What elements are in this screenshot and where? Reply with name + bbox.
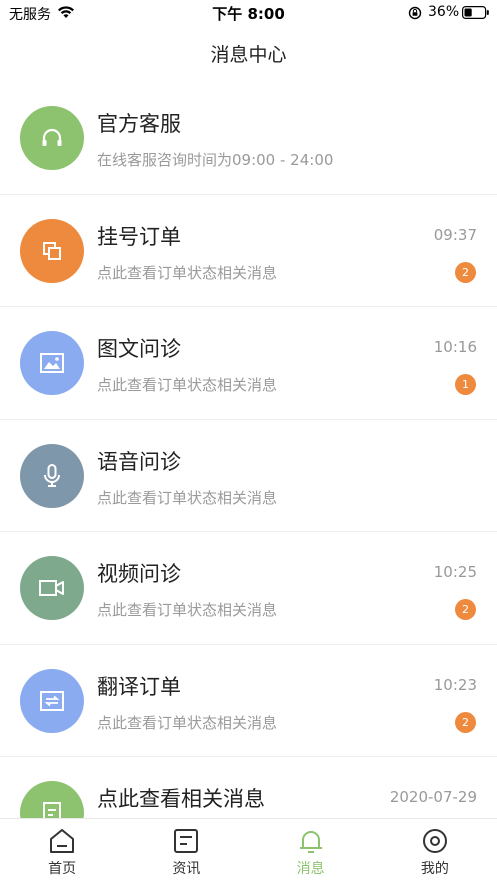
message-item-image-consultation[interactable]: 图文问诊 点此查看订单状态相关消息 10:16 1 <box>0 307 497 420</box>
headset-icon <box>42 128 62 146</box>
message-title: 点此查看相关消息 <box>97 787 265 811</box>
message-item-voice-consultation[interactable]: 语音问诊 点此查看订单状态相关消息 <box>0 420 497 532</box>
message-item-video-consultation[interactable]: 视频问诊 点此查看订单状态相关消息 10:25 2 <box>0 532 497 645</box>
message-avatar <box>20 218 84 283</box>
message-avatar <box>20 106 84 170</box>
tab-label: 首页 <box>48 861 77 877</box>
document-icon <box>43 802 61 818</box>
tab-messages[interactable]: 消息 <box>249 819 373 883</box>
message-item-related-messages[interactable]: 点此查看相关消息 2020-07-29 <box>0 757 497 818</box>
tab-home[interactable]: 首页 <box>0 819 124 883</box>
message-subtitle: 点此查看订单状态相关消息 <box>97 263 278 282</box>
profile-icon <box>421 827 449 855</box>
message-item-official-service[interactable]: 官方客服 在线客服咨询时间为09:00 - 24:00 <box>0 82 497 195</box>
message-subtitle: 点此查看订单状态相关消息 <box>97 376 278 394</box>
bell-icon <box>297 827 325 855</box>
message-item-translation-orders[interactable]: 翻译订单 点此查看订单状态相关消息 10:23 2 <box>0 645 497 757</box>
image-icon <box>40 353 64 373</box>
message-title: 视频问诊 <box>97 562 181 586</box>
message-avatar <box>20 331 84 395</box>
unread-badge: 2 <box>455 261 476 283</box>
message-title: 翻译订单 <box>97 674 181 699</box>
message-title: 语音问诊 <box>97 449 181 474</box>
unread-badge: 2 <box>455 711 476 733</box>
battery-percent: 36% <box>428 4 460 20</box>
microphone-icon <box>44 463 60 487</box>
translate-icon <box>40 690 64 711</box>
unread-badge: 2 <box>455 599 476 620</box>
tab-label: 我的 <box>420 861 449 877</box>
tab-profile[interactable]: 我的 <box>373 819 497 883</box>
message-time: 09:37 <box>433 225 477 244</box>
message-subtitle: 点此查看订单状态相关消息 <box>97 601 278 619</box>
message-title: 图文问诊 <box>97 337 181 361</box>
message-title: 官方客服 <box>97 112 181 136</box>
message-time: 10:16 <box>433 338 477 356</box>
message-subtitle: 点此查看订单状态相关消息 <box>97 713 278 732</box>
message-time: 10:23 <box>433 675 477 694</box>
tab-label: 资讯 <box>172 861 201 877</box>
message-item-registration-orders[interactable]: 挂号订单 点此查看订单状态相关消息 09:37 2 <box>0 195 497 307</box>
message-avatar <box>20 668 84 733</box>
tab-label: 消息 <box>296 861 325 877</box>
tab-news[interactable]: 资讯 <box>124 819 248 883</box>
home-icon <box>48 827 76 855</box>
battery-icon <box>462 6 489 19</box>
message-time: 10:25 <box>433 563 477 581</box>
video-camera-icon <box>39 580 64 596</box>
message-avatar <box>20 556 84 620</box>
tab-bar: 首页 资讯 消息 我的 <box>0 818 497 883</box>
message-subtitle: 点此查看订单状态相关消息 <box>97 488 278 507</box>
page-title: 消息中心 <box>210 44 287 66</box>
message-avatar <box>20 781 84 818</box>
message-time: 2020-07-29 <box>389 788 477 806</box>
news-icon <box>172 827 200 855</box>
message-subtitle: 在线客服咨询时间为09:00 - 24:00 <box>97 151 334 169</box>
rotation-lock-icon <box>408 6 422 20</box>
message-avatar <box>20 443 84 508</box>
message-list[interactable]: 官方客服 在线客服咨询时间为09:00 - 24:00 挂号订单 点此查看订单状… <box>0 82 497 818</box>
copy-icon <box>43 241 61 260</box>
unread-badge: 1 <box>455 374 476 395</box>
status-time: 下午 8:00 <box>212 5 285 23</box>
status-bar: 无服务 下午 8:00 36% <box>0 0 497 26</box>
message-title: 挂号订单 <box>97 224 181 249</box>
